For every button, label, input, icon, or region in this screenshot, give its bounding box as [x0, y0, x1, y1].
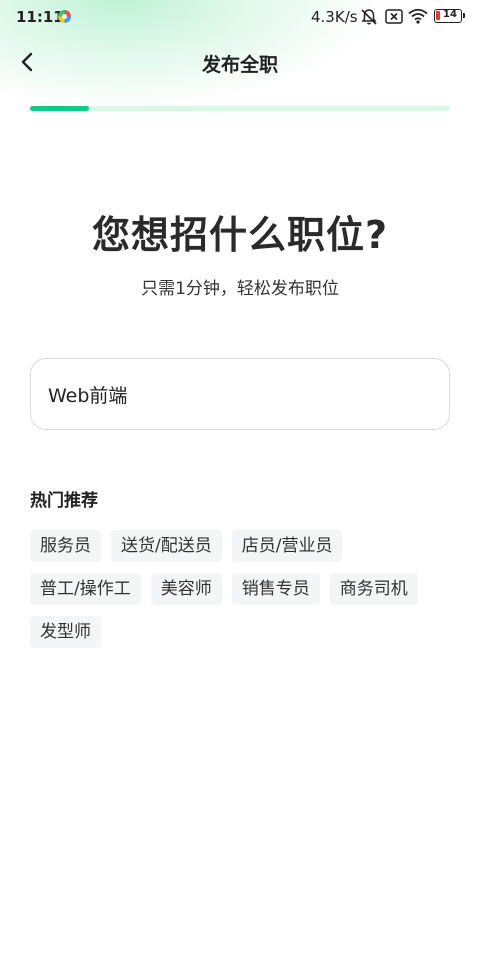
tag-sales-specialist[interactable]: 销售专员	[231, 573, 320, 605]
status-time: 11:11	[16, 8, 64, 26]
status-bar: 11:11 4.3K/s 14	[0, 0, 480, 34]
hot-recommendation-tags: 服务员 送货/配送员 店员/营业员 普工/操作工 美容师 销售专员 商务司机 发…	[30, 530, 430, 648]
battery-icon: 14	[434, 9, 465, 23]
tag-general-worker[interactable]: 普工/操作工	[30, 573, 141, 605]
tag-waiter[interactable]: 服务员	[30, 530, 101, 562]
status-network-speed: 4.3K/s	[311, 8, 358, 26]
job-title-input[interactable]	[30, 358, 450, 430]
wifi-icon	[408, 8, 428, 28]
sim-x-icon	[385, 9, 403, 28]
question-subtitle: 只需1分钟，轻松发布职位	[141, 279, 339, 299]
question-heading: 您想招什么职位?	[91, 213, 389, 257]
tag-beautician[interactable]: 美容师	[150, 573, 222, 605]
step-progress-fill	[30, 106, 89, 111]
hot-recommendations-title: 热门推荐	[30, 491, 98, 511]
top-navigation-bar: 发布全职	[0, 40, 480, 84]
mute-bell-icon	[360, 8, 378, 30]
tag-shop-assistant[interactable]: 店员/营业员	[231, 530, 343, 562]
battery-level: 14	[443, 9, 457, 20]
app-screen: 11:11 4.3K/s 14 发布全职 您想招什么职位? 只需1分钟，轻松发布…	[0, 0, 480, 960]
tag-delivery[interactable]: 送货/配送员	[111, 530, 222, 562]
step-progress-bar	[30, 106, 450, 111]
tag-business-driver[interactable]: 商务司机	[329, 573, 418, 605]
app-notification-icon	[58, 10, 71, 23]
tag-hair-stylist[interactable]: 发型师	[30, 616, 101, 648]
page-title: 发布全职	[201, 54, 278, 76]
